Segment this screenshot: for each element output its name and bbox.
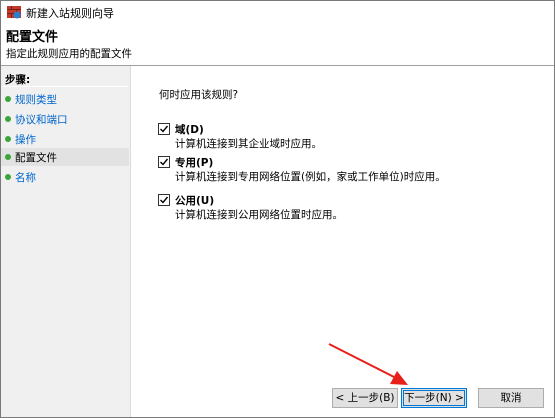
green-dot-icon — [5, 174, 11, 180]
option-domain: 域(D) 计算机连接到其企业域时应用。 — [158, 122, 538, 152]
checkmark-icon — [160, 158, 169, 166]
sidebar-item-label: 配置文件 — [15, 152, 57, 164]
sidebar-item-protocol-ports[interactable]: 协议和端口 — [1, 110, 129, 128]
option-description: 计算机连接到专用网络位置(例如，家或工作单位)时应用。 — [175, 171, 446, 183]
option-name: 专用(P) — [175, 157, 214, 169]
option-private: 专用(P) 计算机连接到专用网络位置(例如，家或工作单位)时应用。 — [158, 155, 538, 185]
next-button[interactable]: 下一步(N) > — [401, 388, 467, 408]
public-checkbox[interactable] — [158, 194, 170, 206]
steps-divider — [3, 86, 128, 87]
back-button[interactable]: < 上一步(B) — [332, 388, 398, 408]
window-title: 新建入站规则向导 — [26, 7, 114, 20]
option-description: 计算机连接到公用网络位置时应用。 — [175, 209, 343, 221]
option-name: 域(D) — [175, 124, 204, 136]
domain-checkbox[interactable] — [158, 123, 170, 135]
sidebar-item-action[interactable]: 操作 — [1, 130, 129, 148]
sidebar-item-label: 名称 — [15, 172, 36, 184]
wizard-header: 配置文件 指定此规则应用的配置文件 — [1, 23, 554, 65]
green-dot-icon — [5, 116, 11, 122]
title-bar: 新建入站规则向导 — [1, 1, 554, 23]
question-label: 何时应用该规则? — [159, 89, 239, 101]
checkmark-icon — [160, 125, 169, 133]
checkmark-icon — [160, 196, 169, 204]
sidebar-item-rule-type[interactable]: 规则类型 — [1, 90, 129, 108]
option-public: 公用(U) 计算机连接到公用网络位置时应用。 — [158, 193, 538, 223]
page-title: 配置文件 — [6, 30, 59, 45]
steps-sidebar: 步骤: 规则类型 协议和端口 操作 配置文件 名称 — [1, 66, 131, 417]
main-panel: 何时应用该规则? 域(D) 计算机连接到其企业域时应用。 专用(P) 计算机连接… — [132, 66, 554, 417]
private-checkbox[interactable] — [158, 156, 170, 168]
sidebar-item-label: 协议和端口 — [15, 114, 68, 126]
green-dot-icon — [5, 154, 11, 160]
green-dot-icon — [5, 136, 11, 142]
green-dot-icon — [5, 96, 11, 102]
cancel-button[interactable]: 取消 — [478, 388, 544, 408]
wizard-window: 新建入站规则向导 配置文件 指定此规则应用的配置文件 步骤: 规则类型 协议和端… — [0, 0, 555, 418]
sidebar-item-name[interactable]: 名称 — [1, 168, 129, 186]
option-name: 公用(U) — [175, 195, 215, 207]
page-subtitle: 指定此规则应用的配置文件 — [6, 48, 132, 60]
steps-label: 步骤: — [5, 74, 31, 86]
sidebar-item-profile[interactable]: 配置文件 — [1, 148, 129, 166]
sidebar-item-label: 操作 — [15, 134, 36, 146]
sidebar-item-label: 规则类型 — [15, 94, 57, 106]
firewall-icon — [7, 5, 21, 19]
option-description: 计算机连接到其企业域时应用。 — [175, 138, 322, 150]
